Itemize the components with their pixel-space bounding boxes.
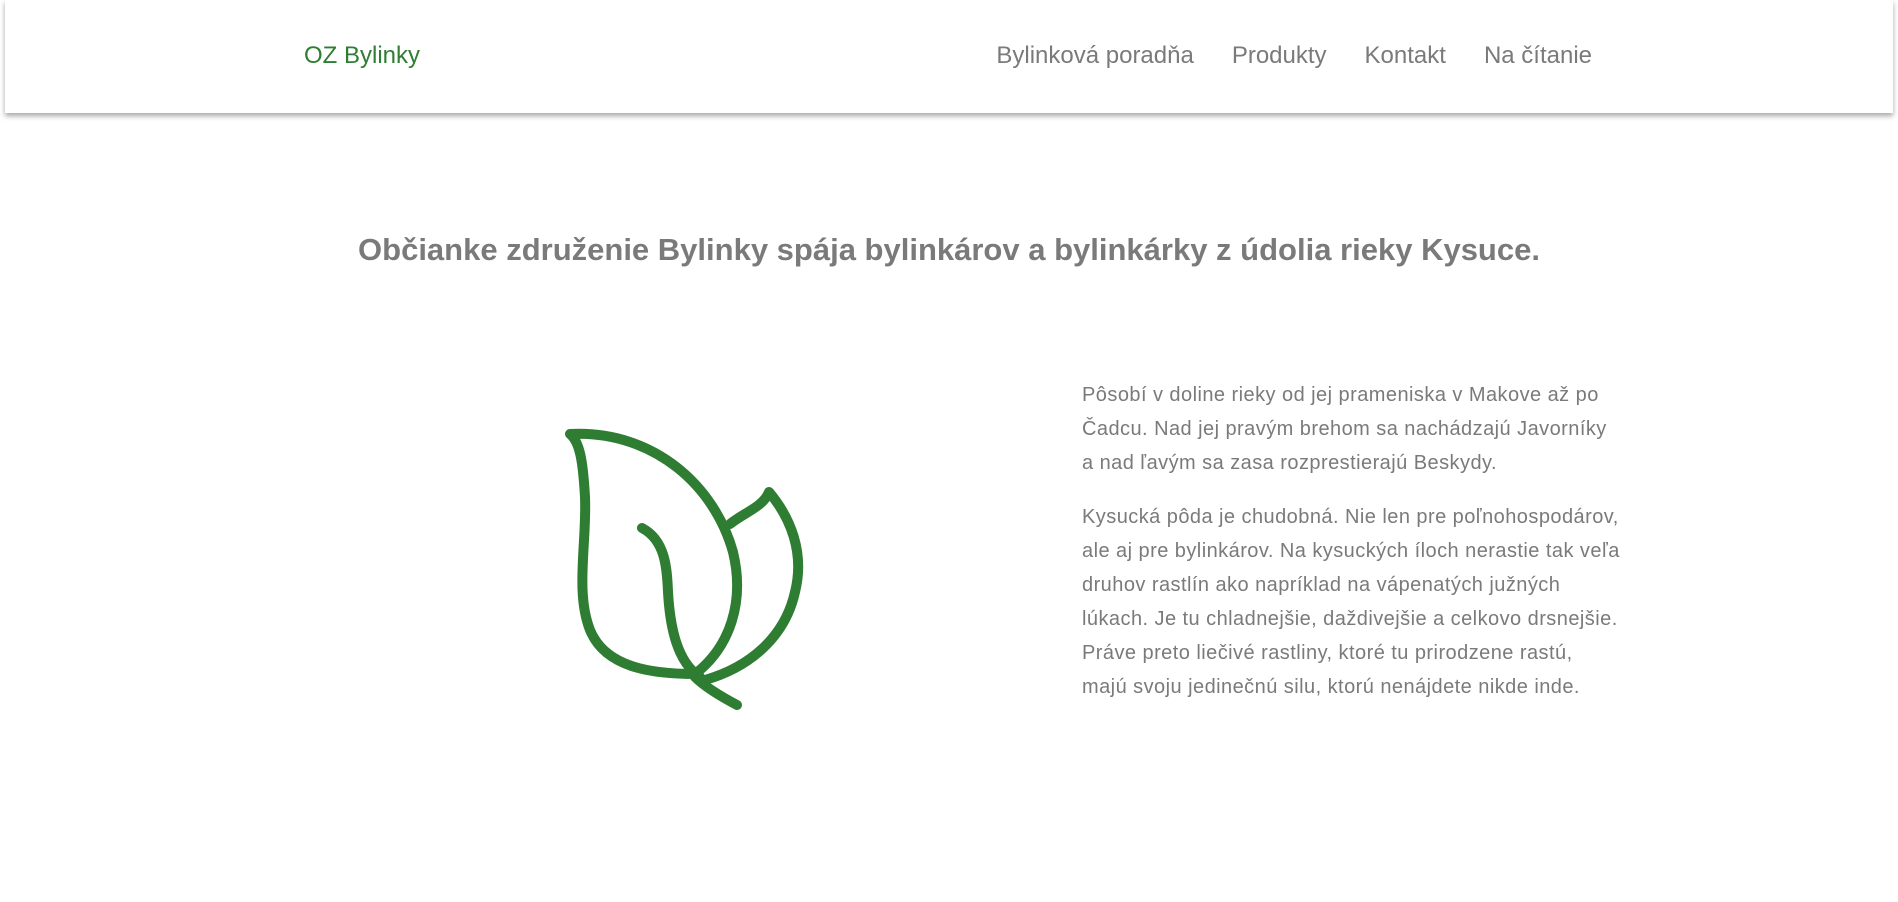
nav-link-na-citanie[interactable]: Na čítanie xyxy=(1484,42,1592,70)
intro-paragraph-1: Pôsobí v doline rieky od jej prameniska … xyxy=(1082,384,1607,474)
brand-link[interactable]: OZ Bylinky xyxy=(304,42,420,70)
nav-link-bylinkova-poradna[interactable]: Bylinková poradňa xyxy=(996,42,1193,70)
main-nav: Bylinková poradňa Produkty Kontakt Na čí… xyxy=(996,42,1592,70)
page-headline: Občianke združenie Bylinky spája bylinká… xyxy=(358,232,1540,267)
nav-link-kontakt[interactable]: Kontakt xyxy=(1365,42,1446,70)
navbar: OZ Bylinky Bylinková poradňa Produkty Ko… xyxy=(5,0,1893,113)
nav-link-produkty[interactable]: Produkty xyxy=(1232,42,1327,70)
intro-text: Pôsobí v doline rieky od jej prameniska … xyxy=(1082,378,1622,724)
leaf-icon xyxy=(565,428,804,710)
intro-paragraph-2: Kysucká pôda je chudobná. Nie len pre po… xyxy=(1082,506,1620,698)
